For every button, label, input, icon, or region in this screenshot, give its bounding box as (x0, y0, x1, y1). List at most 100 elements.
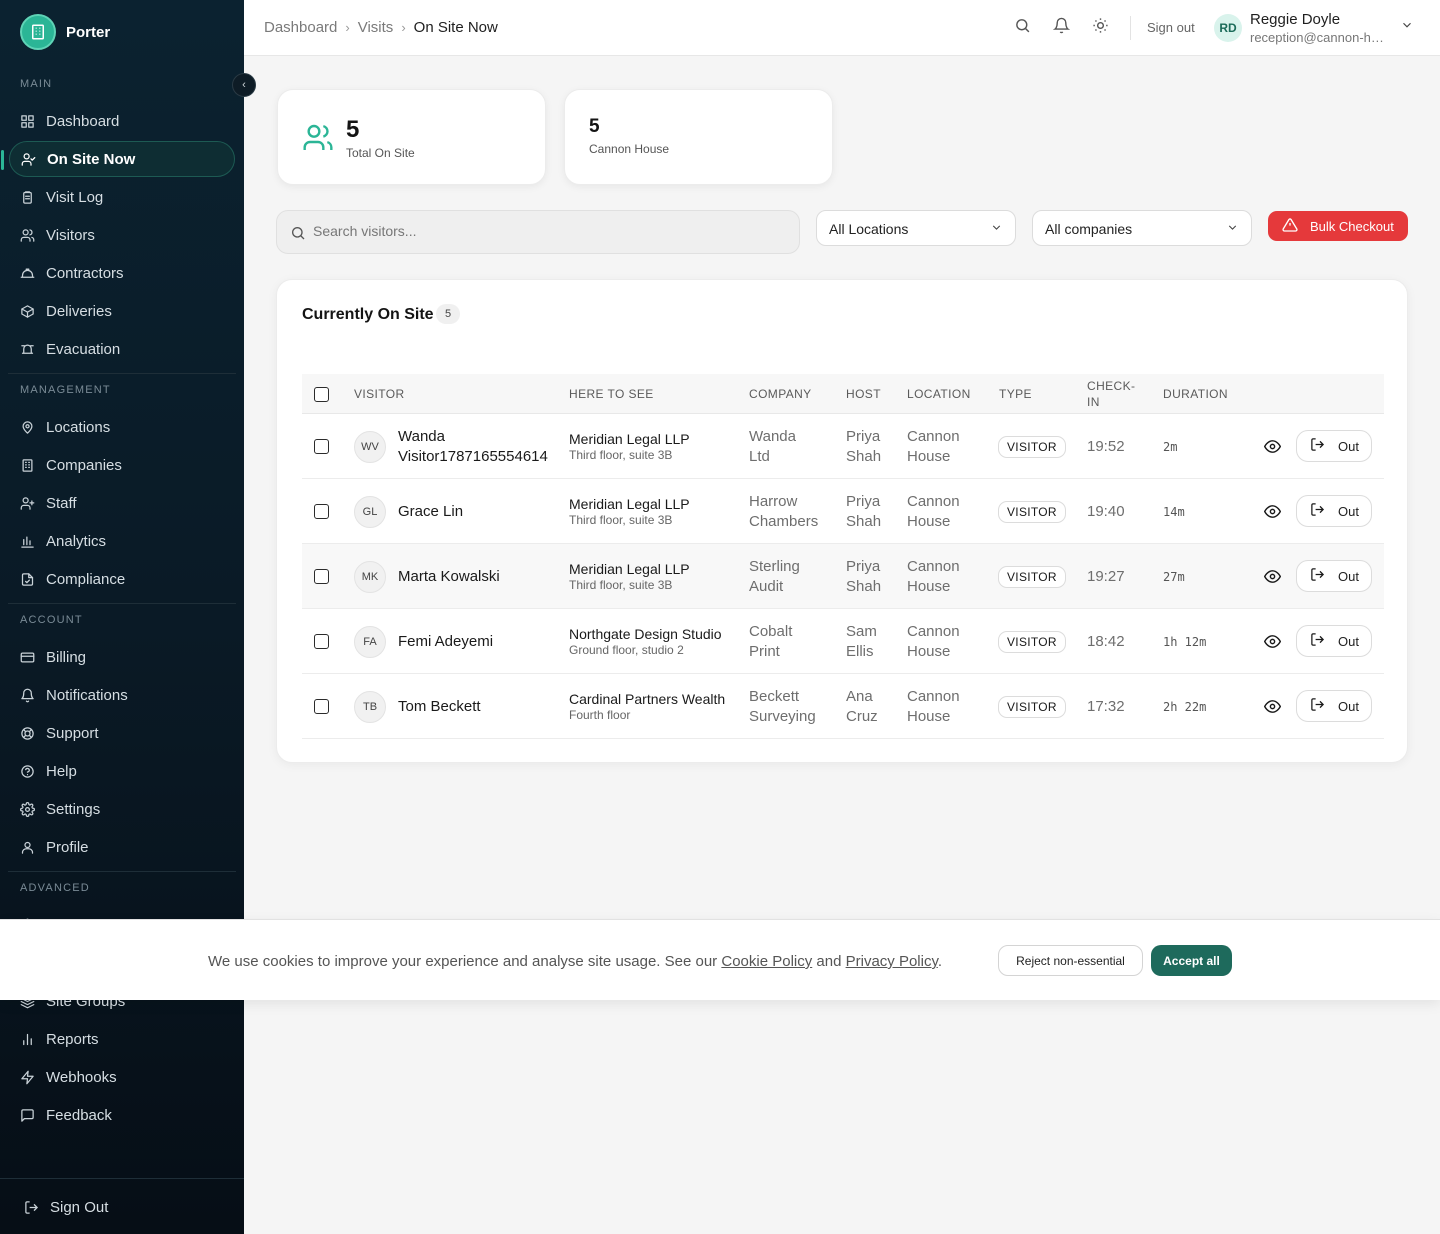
sidebar-item-evacuation[interactable]: Evacuation (9, 331, 235, 367)
avatar[interactable]: RD (1214, 14, 1242, 42)
visitor-name[interactable]: Grace Lin (398, 502, 558, 522)
check-out-button[interactable]: Out (1296, 430, 1372, 462)
stat-card-total: 5 Total On Site (277, 89, 546, 185)
select-all-checkbox[interactable] (314, 374, 329, 414)
host-cell: Sam Ellis (846, 609, 877, 674)
grid-icon (20, 114, 35, 129)
sidebar-item-webhooks[interactable]: Webhooks (9, 1059, 235, 1095)
eye-icon[interactable] (1263, 698, 1282, 718)
search-icon[interactable] (1014, 17, 1031, 39)
breadcrumb-visits[interactable]: Visits (358, 19, 394, 36)
sun-icon[interactable] (1092, 17, 1109, 39)
hard-hat-icon (20, 266, 35, 281)
col-duration[interactable]: DURATION (1163, 374, 1228, 414)
row-checkbox[interactable] (314, 609, 329, 674)
visitor-name[interactable]: Marta Kowalski (398, 567, 558, 587)
sidebar-item-label: Help (46, 762, 77, 780)
row-checkbox[interactable] (314, 414, 329, 479)
sidebar-item-help[interactable]: Help (9, 753, 235, 789)
user-check-icon (21, 152, 36, 167)
eye-icon[interactable] (1263, 633, 1282, 653)
cookie-policy-link[interactable]: Cookie Policy (721, 953, 812, 970)
visitor-avatar: TB (354, 674, 386, 739)
accept-cookies-button[interactable]: Accept all (1151, 945, 1232, 976)
visitor-name[interactable]: Femi Adeyemi (398, 632, 558, 652)
col-here-to-see[interactable]: HERE TO SEE (569, 374, 654, 414)
checkbox-box[interactable] (314, 439, 329, 454)
checkbox-box[interactable] (314, 504, 329, 519)
search-box (276, 210, 800, 254)
checkbox-box[interactable] (314, 634, 329, 649)
sidebar-item-visit-log[interactable]: Visit Log (9, 179, 235, 215)
count-badge: 5 (436, 304, 460, 324)
sidebar-item-staff[interactable]: Staff (9, 485, 235, 521)
col-location[interactable]: LOCATION (907, 374, 971, 414)
on-site-card: Currently On Site 5 VISITOR HERE TO SEE … (276, 279, 1408, 763)
search-input[interactable] (313, 223, 783, 239)
host-name: Priya Shah (846, 427, 882, 465)
visitor-name-cell: Marta Kowalski (398, 544, 558, 609)
sign-out-button[interactable]: Sign Out (9, 1189, 235, 1225)
checkbox-box[interactable] (314, 569, 329, 584)
check-out-button[interactable]: Out (1296, 560, 1372, 592)
sidebar-item-settings[interactable]: Settings (9, 791, 235, 827)
breadcrumb: Dashboard › Visits › On Site Now (264, 19, 498, 36)
sidebar-item-billing[interactable]: Billing (9, 639, 235, 675)
sidebar-item-feedback[interactable]: Feedback (9, 1097, 235, 1133)
col-check-in[interactable]: CHECK-IN (1087, 374, 1147, 414)
col-type[interactable]: TYPE (999, 374, 1032, 414)
stat-value: 5 (589, 116, 600, 137)
check-out-button[interactable]: Out (1296, 495, 1372, 527)
check-out-button[interactable]: Out (1296, 625, 1372, 657)
sidebar-item-on-site-now[interactable]: On Site Now (1, 141, 235, 177)
reject-cookies-button[interactable]: Reject non-essential (998, 945, 1143, 976)
row-checkbox[interactable] (314, 674, 329, 739)
company-name: Harrow Chambers (749, 492, 819, 530)
check-out-button[interactable]: Out (1296, 690, 1372, 722)
brand[interactable]: Porter (20, 14, 110, 50)
sidebar-item-deliveries[interactable]: Deliveries (9, 293, 235, 329)
cookie-text-body: We use cookies to improve your experienc… (208, 953, 722, 970)
sidebar-item-analytics[interactable]: Analytics (9, 523, 235, 559)
sidebar-item-contractors[interactable]: Contractors (9, 255, 235, 291)
sidebar-item-reports[interactable]: Reports (9, 1021, 235, 1057)
nav-heading: ADVANCED (20, 882, 90, 894)
chevron-left-icon[interactable]: ‹ (232, 73, 256, 97)
privacy-policy-link[interactable]: Privacy Policy (846, 953, 938, 970)
row-checkbox[interactable] (314, 479, 329, 544)
sidebar-item-locations[interactable]: Locations (9, 409, 235, 445)
chevron-down-icon[interactable] (1400, 18, 1414, 37)
sidebar-item-companies[interactable]: Companies (9, 447, 235, 483)
location-select[interactable]: All Locations (816, 210, 1016, 246)
company-cell: Sterling Audit (749, 544, 800, 609)
user-name[interactable]: Reggie Doyle (1250, 11, 1340, 28)
col-host[interactable]: HOST (846, 374, 881, 414)
table-row: TB Tom Beckett Cardinal Partners Wealth Fou… (302, 674, 1384, 739)
host-name: Ana Cruz (846, 687, 878, 725)
bar-chart-icon (20, 534, 35, 549)
visitor-name[interactable]: Wanda Visitor1787165554614 (398, 427, 558, 467)
row-checkbox[interactable] (314, 544, 329, 609)
eye-icon[interactable] (1263, 503, 1282, 523)
host-cell: Ana Cruz (846, 674, 878, 739)
sidebar-item-label: Billing (46, 648, 87, 666)
sidebar-item-dashboard[interactable]: Dashboard (9, 103, 235, 139)
sidebar-item-visitors[interactable]: Visitors (9, 217, 235, 253)
breadcrumb-dashboard[interactable]: Dashboard (264, 19, 337, 36)
log-out-icon (1310, 437, 1325, 455)
eye-icon[interactable] (1263, 438, 1282, 458)
type-badge: VISITOR (998, 630, 1066, 653)
sign-out-link[interactable]: Sign out (1147, 20, 1195, 35)
sidebar-item-compliance[interactable]: Compliance (9, 561, 235, 597)
sidebar-item-notifications[interactable]: Notifications (9, 677, 235, 713)
bulk-checkout-button[interactable]: Bulk Checkout (1268, 211, 1408, 241)
sidebar-item-support[interactable]: Support (9, 715, 235, 751)
col-visitor[interactable]: VISITOR (354, 374, 405, 414)
company-select[interactable]: All companies (1032, 210, 1252, 246)
visitor-name[interactable]: Tom Beckett (398, 697, 558, 717)
sidebar-item-profile[interactable]: Profile (9, 829, 235, 865)
checkbox-box[interactable] (314, 699, 329, 714)
eye-icon[interactable] (1263, 568, 1282, 588)
col-company[interactable]: COMPANY (749, 374, 812, 414)
bell-icon[interactable] (1052, 17, 1071, 39)
